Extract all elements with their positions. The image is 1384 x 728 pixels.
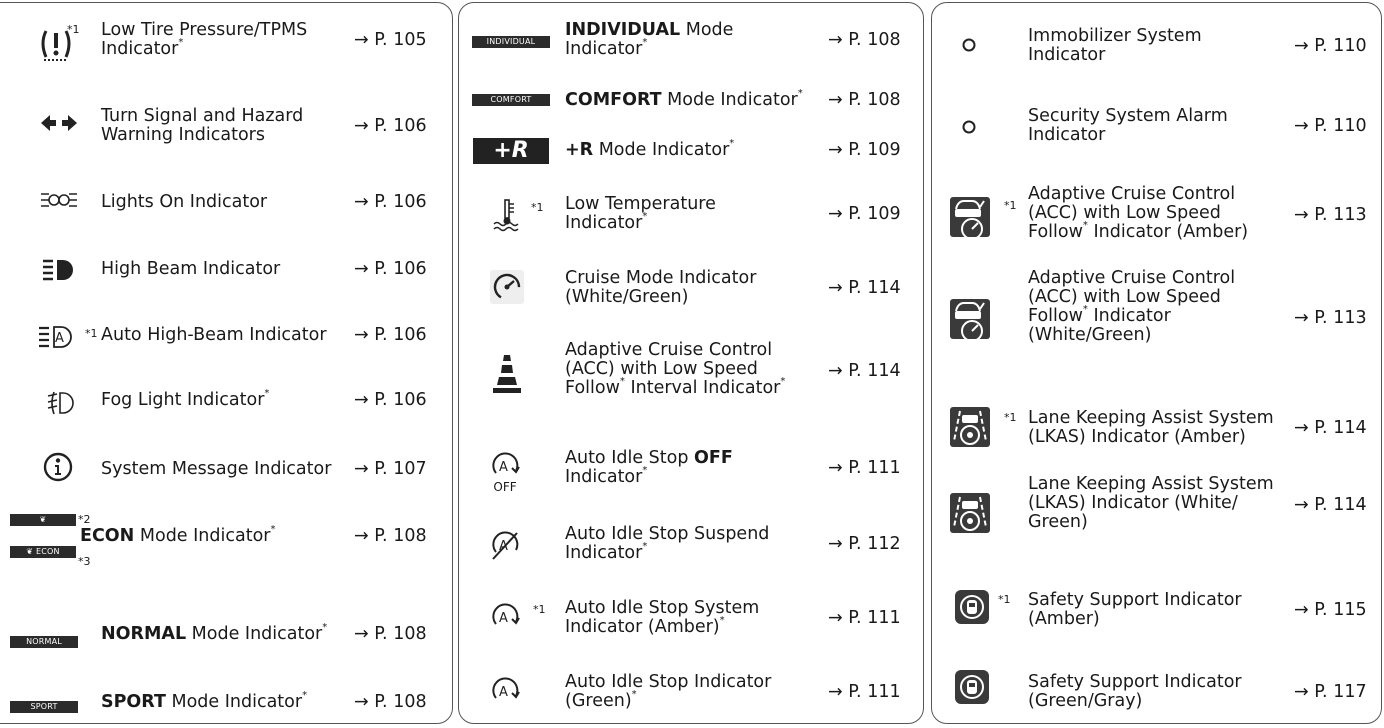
- svg-text:A: A: [499, 611, 508, 626]
- indicator-label: Auto Idle Stop OFF Indicator*: [565, 448, 733, 487]
- security-alarm-icon: [954, 117, 984, 137]
- footnote-marker: *3: [78, 555, 91, 568]
- indicator-label: +R Mode Indicator*: [565, 138, 735, 160]
- indicator-label: INDIVIDUAL Mode Indicator*: [565, 20, 734, 59]
- auto-idle-stop-green-icon: A: [483, 671, 527, 711]
- econ-leaf-icon: ❦: [9, 513, 77, 527]
- indicator-panel-3: Immobilizer System Indicator → P. 110 Se…: [931, 2, 1382, 724]
- indicator-label: Lane Keeping Assist System (LKAS) Indica…: [1028, 408, 1274, 447]
- page-reference[interactable]: → P. 105: [354, 31, 427, 50]
- lkas-amber-icon: [948, 405, 992, 449]
- indicator-label: Low Tire Pressure/TPMS Indicator*: [101, 20, 308, 59]
- indicator-label: Lights On Indicator: [101, 192, 268, 212]
- fog-light-icon: [31, 383, 87, 423]
- acc-white-green-icon: [948, 297, 992, 341]
- page-reference[interactable]: → P. 108: [354, 625, 427, 644]
- page-reference[interactable]: → P. 114: [828, 279, 901, 298]
- footnote-marker: *1: [85, 327, 98, 340]
- indicator-label: Adaptive Cruise Control (ACC) with Low S…: [1028, 268, 1236, 345]
- footnote-marker: *1: [533, 603, 546, 616]
- footnote-marker: *1: [67, 23, 80, 36]
- page-reference[interactable]: → P. 107: [354, 460, 427, 479]
- page-reference[interactable]: → P. 114: [828, 362, 901, 381]
- safety-support-green-icon: [952, 667, 992, 707]
- indicator-label: Adaptive Cruise Control (ACC) with Low S…: [1028, 184, 1249, 242]
- footnote-marker: *1: [531, 201, 544, 214]
- svg-text:A: A: [55, 331, 64, 346]
- page-reference[interactable]: → P. 110: [1294, 117, 1367, 136]
- econ-icon: ❦ ECON: [9, 545, 77, 559]
- footnote-marker: *1: [1004, 199, 1017, 212]
- indicator-label: System Message Indicator: [101, 459, 332, 479]
- page-reference[interactable]: → P. 113: [1294, 206, 1367, 225]
- lkas-white-green-icon: [948, 491, 992, 535]
- comfort-mode-icon: COMFORT: [471, 93, 551, 107]
- info-icon: [33, 447, 83, 487]
- svg-text:A: A: [499, 685, 508, 700]
- page-reference[interactable]: → P. 106: [354, 391, 427, 410]
- page-reference[interactable]: → P. 109: [828, 141, 901, 160]
- page-reference[interactable]: → P. 111: [828, 683, 901, 702]
- page-reference[interactable]: → P. 108: [354, 527, 427, 546]
- page-reference[interactable]: → P. 114: [1294, 496, 1367, 515]
- indicator-label: Security System Alarm Indicator: [1028, 106, 1228, 145]
- page-reference[interactable]: → P. 108: [354, 693, 427, 712]
- indicator-label: Low Temperature Indicator*: [565, 194, 716, 233]
- auto-idle-stop-system-icon: A: [483, 597, 527, 637]
- indicator-label: High Beam Indicator: [101, 259, 281, 279]
- page-reference[interactable]: → P. 109: [828, 205, 901, 224]
- page-reference[interactable]: → P. 111: [828, 609, 901, 628]
- sport-mode-icon: SPORT: [9, 700, 79, 714]
- page-reference[interactable]: → P. 112: [828, 535, 901, 554]
- indicator-label: Immobilizer System Indicator: [1028, 26, 1202, 65]
- indicator-label: Auto Idle Stop System Indicator (Amber)*: [565, 598, 760, 637]
- indicator-label: NORMAL Mode Indicator*: [101, 622, 328, 644]
- individual-mode-icon: INDIVIDUAL: [471, 35, 551, 49]
- page-reference[interactable]: → P. 108: [828, 31, 901, 50]
- page-reference[interactable]: → P. 106: [354, 193, 427, 212]
- indicator-label: Safety Support Indicator (Green/Gray): [1028, 672, 1242, 711]
- r-mode-icon: +R: [469, 136, 553, 166]
- page-reference[interactable]: → P. 115: [1294, 601, 1367, 620]
- indicator-label: Lane Keeping Assist System (LKAS) Indica…: [1028, 474, 1274, 532]
- low-temperature-icon: [485, 191, 529, 239]
- cruise-mode-icon: [485, 265, 529, 309]
- immobilizer-icon: [954, 35, 984, 55]
- high-beam-icon: [31, 250, 87, 290]
- auto-high-beam-icon: A: [29, 317, 85, 357]
- acc-interval-icon: [485, 349, 529, 397]
- page-reference[interactable]: → P. 106: [354, 117, 427, 136]
- indicator-label: Adaptive Cruise Control (ACC) with Low S…: [565, 340, 786, 398]
- turn-signal-icon: [31, 103, 87, 143]
- page-reference[interactable]: → P. 113: [1294, 309, 1367, 328]
- lights-on-icon: [31, 180, 87, 220]
- page-reference[interactable]: → P. 106: [354, 326, 427, 345]
- indicator-label: Turn Signal and Hazard Warning Indicator…: [101, 106, 304, 145]
- indicator-label: COMFORT Mode Indicator*: [565, 88, 803, 110]
- indicator-label: Safety Support Indicator (Amber): [1028, 590, 1242, 629]
- indicator-label: SPORT Mode Indicator*: [101, 690, 308, 712]
- indicator-label: Auto Idle Stop Indicator (Green)*: [565, 672, 772, 711]
- indicator-label: Cruise Mode Indicator (White/Green): [565, 268, 757, 307]
- indicator-panel-1: *1 Low Tire Pressure/TPMS Indicator* → P…: [0, 2, 453, 724]
- footnote-marker: *1: [998, 593, 1011, 606]
- page-reference[interactable]: → P. 111: [828, 459, 901, 478]
- page-reference[interactable]: → P. 114: [1294, 419, 1367, 438]
- safety-support-amber-icon: [952, 587, 992, 627]
- auto-idle-stop-suspend-icon: A: [483, 523, 527, 567]
- indicator-panel-2: INDIVIDUAL INDIVIDUAL Mode Indicator* → …: [458, 2, 924, 724]
- acc-amber-icon: [948, 195, 992, 239]
- indicator-label: Auto Idle Stop Suspend Indicator*: [565, 524, 770, 563]
- normal-mode-icon: NORMAL: [9, 635, 79, 649]
- page-reference[interactable]: → P. 110: [1294, 37, 1367, 56]
- footnote-marker: *1: [1004, 411, 1017, 424]
- page-reference[interactable]: → P. 108: [828, 91, 901, 110]
- indicator-label: ECON Mode Indicator*: [80, 524, 276, 546]
- page-reference[interactable]: → P. 117: [1294, 683, 1367, 702]
- indicator-label: Fog Light Indicator*: [101, 388, 270, 410]
- svg-text:A: A: [499, 460, 508, 475]
- page-reference[interactable]: → P. 106: [354, 260, 427, 279]
- auto-idle-stop-off-icon: A OFF: [483, 447, 527, 497]
- indicator-label: Auto High-Beam Indicator: [101, 325, 327, 345]
